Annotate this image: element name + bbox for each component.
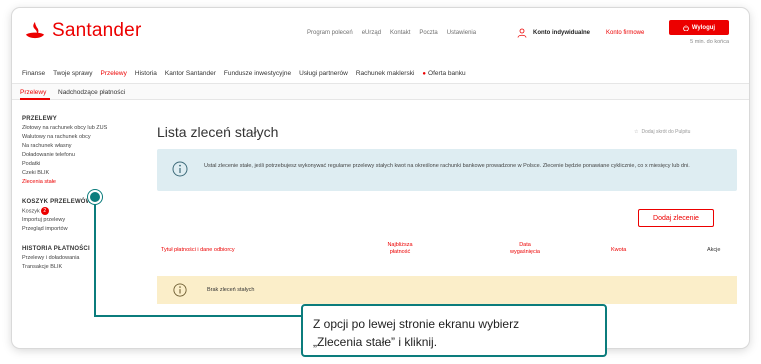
santander-logo[interactable]: Santander: [24, 20, 141, 42]
nav-oferta[interactable]: Oferta banku: [422, 70, 466, 77]
info-icon: [172, 161, 188, 177]
sub-nav: Przelewy Nadchodzące płatności: [12, 83, 749, 100]
add-order-button[interactable]: Dodaj zlecenie: [638, 209, 714, 227]
sidebar-section-historia: HISTORIA PŁATNOŚCI: [22, 246, 90, 252]
basket-count-badge: 2: [40, 207, 49, 215]
col-title: Tytuł płatności i dane odbiorcy: [161, 247, 235, 253]
sidebar-section-koszyk: KOSZYK PRZELEWÓW: [22, 199, 92, 205]
account-switcher: Konto indywidualne Konto firmowe: [517, 22, 662, 44]
tutorial-connector-horizontal: [94, 315, 302, 317]
tutorial-connector-vertical: [94, 203, 96, 316]
tutorial-callout-line1: Z opcji po lewej stronie ekranu wybierz: [313, 317, 520, 331]
user-icon: [517, 28, 527, 38]
brand-name: Santander: [52, 20, 142, 41]
empty-state-row: Brak zleceń stałych: [157, 276, 737, 304]
account-company[interactable]: Konto firmowe: [606, 30, 644, 36]
main-nav: Finanse Twoje sprawy Przelewy Historia K…: [22, 70, 466, 77]
col-actions: Akcje: [707, 247, 721, 253]
sidebar-item-zlotowy[interactable]: Złotowy na rachunek obcy lub ZUS: [22, 124, 132, 133]
add-shortcut-label: Dodaj skrót do Pulpitu: [641, 129, 691, 135]
sidebar-item-przeglad-importow[interactable]: Przegląd importów: [22, 225, 132, 234]
flame-icon: [25, 21, 45, 39]
nav-finanse[interactable]: Finanse: [22, 70, 45, 77]
top-link-contact[interactable]: Kontakt: [390, 30, 410, 36]
nav-uslugi[interactable]: Usługi partnerów: [299, 70, 348, 77]
logout-label: Wyloguj: [691, 24, 716, 31]
info-icon: [173, 283, 187, 297]
page-title: Lista zleceń stałych: [157, 124, 279, 140]
sidebar-item-walutowy[interactable]: Walutowy na rachunek obcy: [22, 133, 132, 142]
info-text: Ustal zlecenie stałe, jeśli potrzebujesz…: [204, 163, 690, 169]
col-expiry-date: Data wygaśnięcia: [510, 242, 540, 255]
top-link-referral[interactable]: Program poleceń: [307, 30, 353, 36]
nav-kantor[interactable]: Kantor Santander: [165, 70, 216, 77]
sidebar-item-czeki-blik[interactable]: Czeki BLIK: [22, 169, 132, 178]
star-icon: ☆: [634, 129, 639, 135]
sidebar: PRZELEWY Złotowy na rachunek obcy lub ZU…: [22, 116, 132, 272]
top-link-settings[interactable]: Ustawienia: [447, 30, 476, 36]
tab-przelewy[interactable]: Przelewy: [20, 89, 46, 96]
col-next-payment: Najbliższa płatność: [387, 242, 413, 255]
sidebar-section-przelewy: PRZELEWY: [22, 116, 57, 122]
tab-underline: [20, 98, 50, 100]
nav-historia[interactable]: Historia: [135, 70, 157, 77]
logout-button[interactable]: Wyloguj: [669, 20, 729, 35]
power-icon: [683, 24, 689, 31]
top-links: Program poleceń eUrząd Kontakt Poczta Us…: [307, 30, 476, 36]
tutorial-marker-dot: [88, 190, 102, 204]
nav-fundusze[interactable]: Fundusze inwestycyjne: [224, 70, 291, 77]
col-amount: Kwota: [611, 247, 627, 253]
tab-nadchodzace[interactable]: Nadchodzące płatności: [58, 89, 125, 96]
browser-screenshot: Santander Program poleceń eUrząd Kontakt…: [12, 8, 749, 348]
info-box: Ustal zlecenie stałe, jeśli potrzebujesz…: [157, 149, 737, 191]
session-timer: 5 min. do końca: [690, 39, 729, 45]
table-header: Tytuł płatności i dane odbiorcy Najbliżs…: [157, 237, 737, 263]
sidebar-item-importuj[interactable]: Importuj przelewy: [22, 216, 132, 225]
top-link-mail[interactable]: Poczta: [419, 30, 437, 36]
tutorial-callout-line2: „Zlecenia stałe” i kliknij.: [313, 335, 438, 349]
nav-przelewy[interactable]: Przelewy: [101, 70, 127, 77]
sidebar-item-koszyk-label: Koszyk: [22, 208, 40, 215]
sidebar-item-transakcje-blik[interactable]: Transakcje BLIK: [22, 263, 132, 272]
sidebar-item-koszyk[interactable]: Koszyk 2: [22, 207, 132, 216]
nav-rachunek-maklerski[interactable]: Rachunek maklerski: [356, 70, 415, 77]
account-individual[interactable]: Konto indywidualne: [533, 30, 590, 36]
add-shortcut-link[interactable]: ☆ Dodaj skrót do Pulpitu: [634, 129, 690, 135]
sidebar-item-podatki[interactable]: Podatki: [22, 160, 132, 169]
nav-twoje-sprawy[interactable]: Twoje sprawy: [53, 70, 92, 77]
sidebar-item-wlasny[interactable]: Na rachunek własny: [22, 142, 132, 151]
empty-state-text: Brak zleceń stałych: [207, 287, 255, 293]
sidebar-item-przelewy-doladowania[interactable]: Przelewy i doładowania: [22, 254, 132, 263]
tutorial-callout: Z opcji po lewej stronie ekranu wybierz …: [301, 304, 607, 357]
top-link-eurzad[interactable]: eUrząd: [362, 30, 381, 36]
sidebar-item-zlecenia-stale[interactable]: Zlecenia stałe: [22, 178, 132, 187]
sidebar-item-doladowanie[interactable]: Doładowanie telefonu: [22, 151, 132, 160]
